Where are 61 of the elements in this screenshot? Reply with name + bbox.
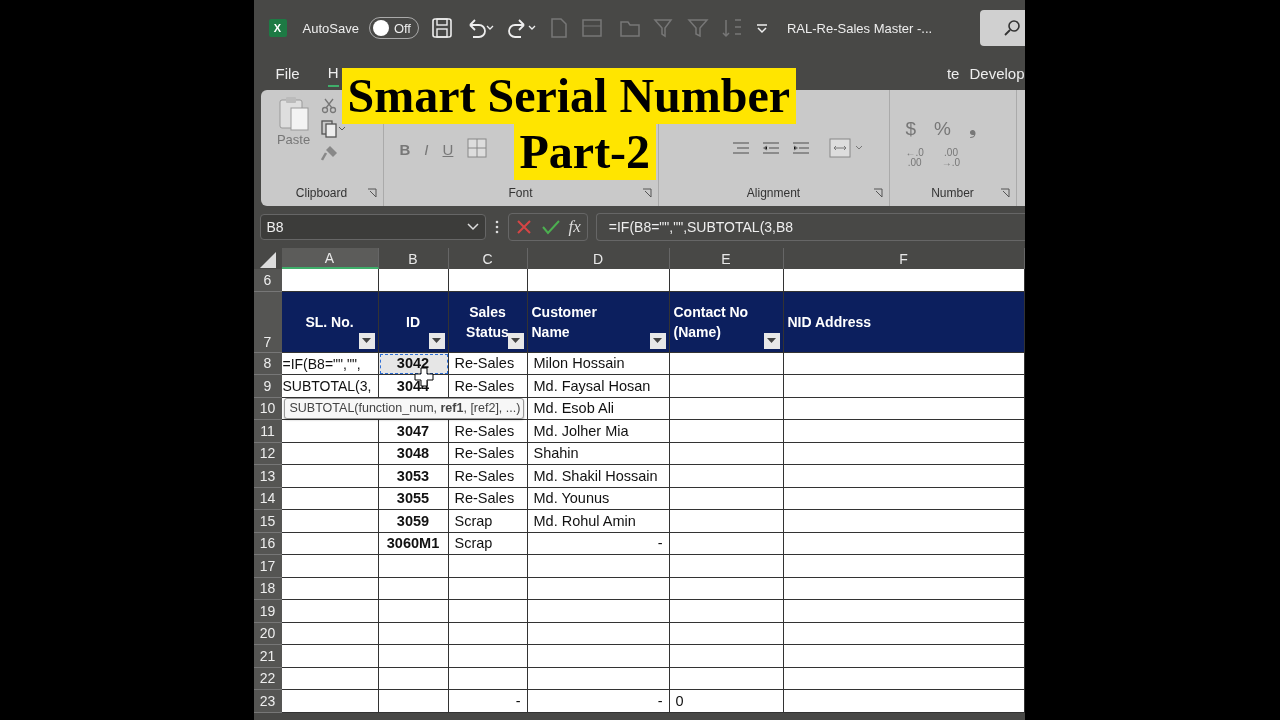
group-label: Font [508,186,533,200]
document-title: RAL-Re-Sales Master -... [787,20,933,36]
table-cell: Re-Sales [448,465,528,488]
row-header[interactable]: 7 [253,291,282,353]
column-title: ID [406,312,420,332]
table-cell: - [527,690,670,713]
row-header[interactable]: 14 [253,487,282,510]
table-cell: Md. Shakil Hossain [527,465,670,488]
row-header[interactable]: 17 [253,555,282,578]
row-header[interactable]: 12 [253,442,282,465]
table-cell: Md. Jolher Mia [527,420,670,443]
excel-logo-icon: X [268,19,287,37]
table-cell: Shahin [527,442,670,465]
row-header[interactable]: 23 [253,690,282,713]
column-header[interactable]: A [281,248,379,269]
row-header[interactable]: 16 [253,532,282,555]
formula-field[interactable]: =IF(B8="","",SUBTOTAL(3,B8 [595,213,1025,241]
row-header[interactable]: 6 [253,269,282,292]
column-title: Customer Name [531,302,598,342]
row-header[interactable]: 11 [253,420,282,443]
ribbon-tab[interactable]: Develop [969,60,1025,86]
ribbon-tab[interactable]: te [946,60,960,86]
banner-title: Part-2 [513,124,657,180]
row-header[interactable]: 22 [253,667,282,690]
banner-title: Smart Serial Number [341,68,797,124]
column-title: SL. No. [305,312,354,332]
table-cell: Md. Younus [527,487,670,510]
row-header[interactable]: 13 [253,465,282,488]
group-label: Number [931,186,974,200]
table-cell: 3047 [378,420,449,443]
group-label: Clipboard [295,186,348,200]
row-header[interactable]: 8 [253,352,282,375]
table-cell: Md. Rohul Amin [527,510,670,533]
table-cell: - [448,690,528,713]
row-header[interactable]: 15 [253,510,282,533]
table-cell: 3053 [378,465,449,488]
column-title: Sales Status [466,302,509,342]
row-header[interactable]: 9 [253,375,282,398]
table-cell: - [527,532,670,555]
autosave-label: AutoSave [302,20,359,36]
cell-editor[interactable]: =IF(B8="","", SUBTOTAL(3, [281,352,379,398]
table-cell: Re-Sales [448,420,528,443]
name-box[interactable]: B8 [259,214,486,240]
row-header[interactable]: 21 [253,645,282,668]
table-cell: Md. Esob Ali [527,397,670,420]
insert-function-button[interactable]: fx [568,217,581,237]
row-header[interactable]: 20 [253,622,282,645]
row-header[interactable]: 18 [253,577,282,600]
table-cell: Milon Hossain [527,352,670,375]
row-header[interactable]: 19 [253,600,282,623]
column-title: Contact No (Name) [673,302,750,342]
ribbon-tab[interactable]: File [275,60,300,86]
table-cell: 0 [669,690,784,713]
ribbon-tab[interactable]: H [327,59,339,87]
column-title: NID Address [787,312,871,332]
table-cell: 3059 [378,510,449,533]
row-header[interactable]: 10 [253,397,282,420]
table-cell: Scrap [448,510,528,533]
group-label: Alignment [746,186,801,200]
table-cell: Re-Sales [448,375,528,398]
table-cell: Md. Faysal Hosan [527,375,670,398]
